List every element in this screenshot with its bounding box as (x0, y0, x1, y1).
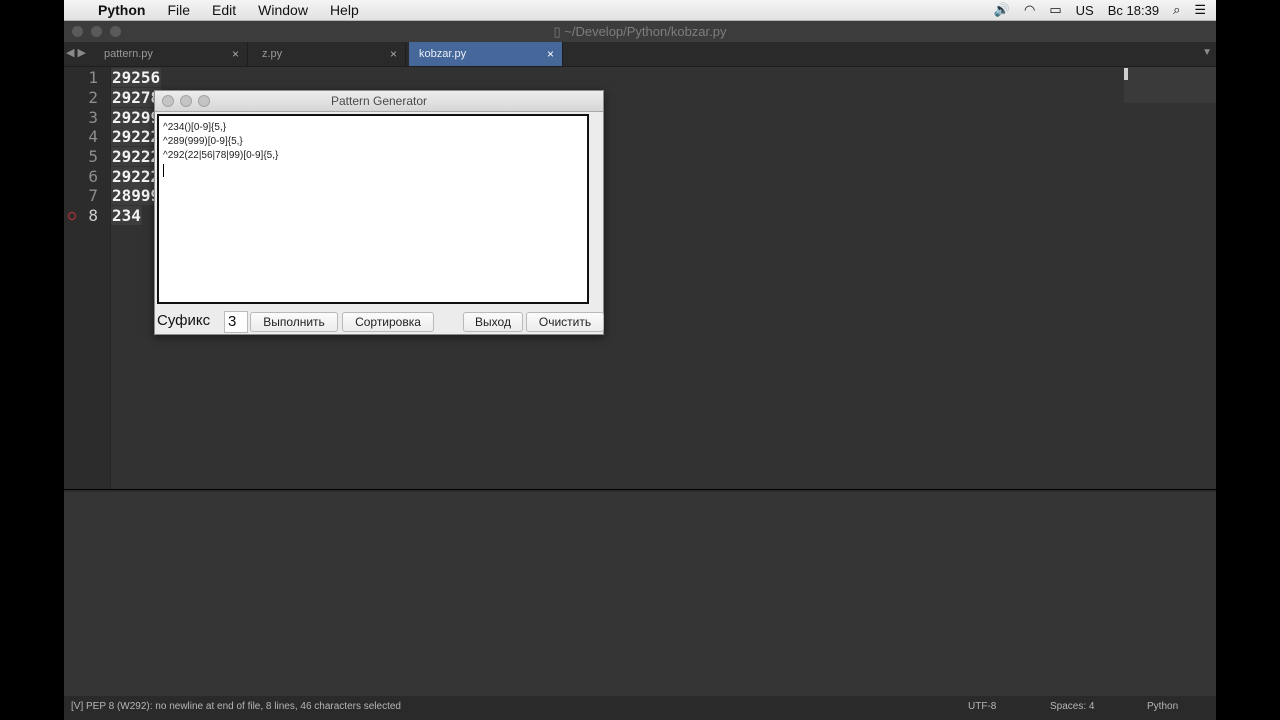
line-number: 8 (88, 206, 98, 225)
menu-file[interactable]: File (167, 2, 190, 18)
line-gutter: 1 2 3 4 5 6 7 8 (64, 67, 111, 489)
menu-extras: 🔊 ◠ ▭ US Вс 18:39 ⌕ ☰ (980, 0, 1206, 20)
minimap-viewport[interactable] (1124, 68, 1128, 80)
tab-nav-arrows-icon[interactable]: ◀▶ (66, 46, 89, 59)
text-caret (163, 164, 164, 177)
menu-window[interactable]: Window (258, 2, 308, 18)
tab-bar: ◀▶ pattern.py × z.py × kobzar.py × ▼ (64, 42, 1216, 67)
line-number: 5 (88, 147, 98, 166)
tab-z[interactable]: z.py × (252, 42, 406, 66)
line-number: 7 (88, 186, 98, 205)
dialog-zoom-button[interactable] (198, 95, 210, 107)
input-source[interactable]: US (1076, 3, 1094, 18)
search-icon[interactable]: ⌕ (1173, 2, 1180, 18)
line-number: 1 (88, 68, 98, 87)
menu-edit[interactable]: Edit (212, 2, 236, 18)
status-syntax[interactable]: Python (1147, 696, 1178, 718)
console-panel[interactable] (64, 490, 1216, 698)
window-titlebar: ▯ ~/Develop/Python/kobzar.py (64, 21, 1216, 42)
tab-pattern[interactable]: pattern.py × (94, 42, 248, 66)
status-indentation[interactable]: Spaces: 4 (1050, 696, 1094, 718)
volume-icon[interactable]: 🔊 (994, 2, 1010, 18)
pattern-line: ^289(999)[0-9]{5,} (163, 136, 243, 147)
tab-dropdown-icon[interactable]: ▼ (1202, 47, 1212, 58)
line-number: 6 (88, 167, 98, 186)
suffix-input[interactable]: 3 (224, 311, 248, 333)
status-message: [V] PEP 8 (W292): no newline at end of f… (71, 701, 401, 712)
wifi-icon[interactable]: ◠ (1024, 2, 1035, 18)
close-icon[interactable]: × (232, 42, 239, 66)
menu-app[interactable]: Python (98, 2, 145, 18)
dialog-controls-row: Суфикс 3 Выполнить Сортировка Выход Очис… (157, 311, 604, 333)
pattern-generator-dialog: Pattern Generator ^234()[0-9]{5,} ^289(9… (154, 90, 604, 335)
pattern-line: ^234()[0-9]{5,} (163, 122, 227, 133)
line-number: 2 (88, 88, 98, 107)
run-button[interactable]: Выполнить (250, 312, 338, 332)
menu-bar: Python File Edit Window Help 🔊 ◠ ▭ US Вс… (64, 0, 1216, 21)
clear-button[interactable]: Очистить (526, 312, 604, 332)
dialog-minimize-button[interactable] (180, 95, 192, 107)
pattern-textarea[interactable]: ^234()[0-9]{5,} ^289(999)[0-9]{5,} ^292(… (157, 114, 589, 304)
pattern-line: ^292(22|56|78|99)[0-9]{5,} (163, 150, 279, 161)
menu-help[interactable]: Help (330, 2, 359, 18)
minimap[interactable] (1124, 67, 1216, 103)
battery-icon[interactable]: ▭ (1049, 2, 1061, 18)
tab-kobzar[interactable]: kobzar.py × (409, 42, 563, 66)
file-icon: ▯ (553, 24, 565, 39)
sort-button[interactable]: Сортировка (342, 312, 434, 332)
dialog-title: Pattern Generator (330, 94, 428, 108)
clock[interactable]: Вс 18:39 (1108, 3, 1159, 18)
status-encoding[interactable]: UTF-8 (968, 696, 996, 718)
suffix-label: Суфикс (157, 312, 211, 329)
dialog-controls (162, 95, 216, 107)
dialog-titlebar: Pattern Generator (155, 91, 603, 112)
close-icon[interactable]: × (547, 42, 554, 66)
line-number: 3 (88, 108, 98, 127)
list-icon[interactable]: ☰ (1194, 2, 1206, 18)
dialog-close-button[interactable] (162, 95, 174, 107)
close-icon[interactable]: × (390, 42, 397, 66)
status-bar: [V] PEP 8 (W292): no newline at end of f… (64, 696, 1216, 720)
window-title: ▯ ~/Develop/Python/kobzar.py (553, 24, 727, 39)
code-line[interactable]: 29256 (111, 68, 162, 87)
code-line[interactable]: 234 (111, 206, 142, 225)
exit-button[interactable]: Выход (463, 312, 523, 332)
line-number: 4 (88, 127, 98, 146)
